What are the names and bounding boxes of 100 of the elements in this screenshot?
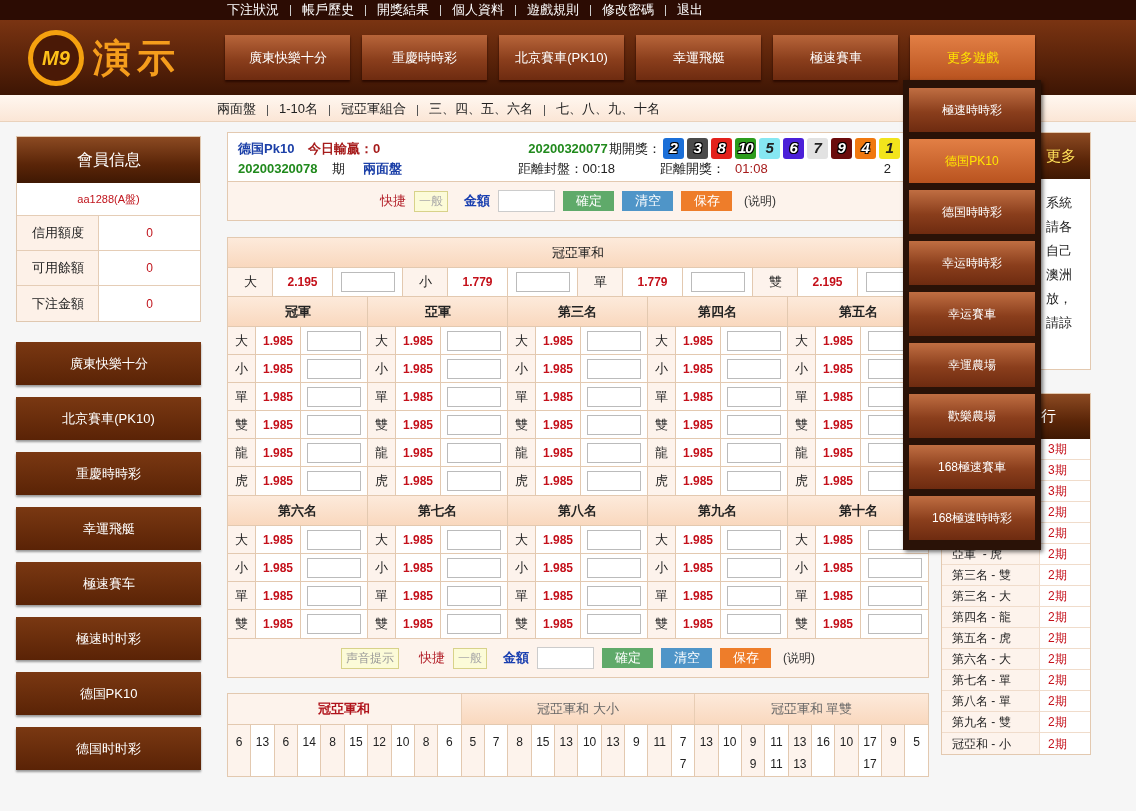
bet-label: 大 [648, 526, 676, 553]
bet-amount-field[interactable] [307, 330, 361, 351]
bet-amount-field[interactable] [727, 386, 781, 407]
bet-amount-field[interactable] [587, 471, 641, 491]
top-link[interactable]: 遊戲規則 [527, 0, 579, 20]
bet-amount-field[interactable] [340, 272, 395, 292]
sub-nav-link[interactable]: 三、四、五、六名 [429, 98, 534, 118]
sub-nav-link[interactable]: 七、八、九、十名 [556, 98, 661, 118]
bet-label: 虎 [228, 467, 256, 495]
bet-amount-field[interactable] [447, 471, 501, 491]
game-button[interactable]: 北京賽車(PK10) [16, 397, 201, 440]
sub-nav-link[interactable]: 1-10名 [279, 98, 319, 118]
game-name: 德国Pk10 [238, 139, 296, 158]
dropdown-item[interactable]: 極速時時彩 [909, 88, 1035, 132]
bet-label: 虎 [648, 467, 676, 495]
bet-amount-field[interactable] [447, 442, 501, 463]
nav-tab[interactable]: 幸運飛艇 [636, 35, 761, 80]
bet-amount-field[interactable] [867, 585, 922, 606]
amount-field[interactable] [537, 647, 594, 669]
game-button[interactable]: 極速賽车 [16, 562, 201, 605]
bet-amount-field[interactable] [587, 529, 641, 550]
bet-amount-field[interactable] [727, 585, 781, 606]
nav-tab[interactable]: 廣東快樂十分 [225, 35, 350, 80]
bet-amount-field[interactable] [587, 585, 641, 606]
bet-amount-field[interactable] [727, 358, 781, 379]
bet-amount-field[interactable] [307, 414, 361, 435]
stats-tab[interactable]: 冠亞軍和 單雙 [695, 694, 928, 724]
game-button[interactable]: 德国PK10 [16, 672, 201, 715]
bet-amount-field[interactable] [587, 414, 641, 435]
bet-amount-field[interactable] [867, 614, 922, 634]
amount-field[interactable] [498, 190, 555, 212]
bet-amount-field[interactable] [447, 585, 501, 606]
nav-tab[interactable]: 重慶時時彩 [362, 35, 487, 80]
help-link[interactable]: (说明) [783, 649, 815, 667]
bet-label: 單 [648, 383, 676, 410]
bet-label: 小 [508, 355, 536, 382]
bet-label: 雙 [228, 610, 256, 638]
odds-value: 1.985 [816, 411, 861, 438]
bet-amount-field[interactable] [727, 557, 781, 578]
bet-amount-field[interactable] [307, 358, 361, 379]
bet-amount-field[interactable] [727, 330, 781, 351]
bet-amount-field[interactable] [587, 614, 641, 634]
nav-tab[interactable]: 北京賽車(PK10) [499, 35, 624, 80]
bet-amount-field[interactable] [447, 557, 501, 578]
sub-nav-link[interactable]: 兩面盤 [217, 98, 256, 118]
draw-countdown-label: 距離開獎： [660, 160, 726, 179]
top-link[interactable]: 開獎結果 [377, 0, 429, 20]
top-link[interactable]: 修改密碼 [602, 0, 654, 20]
bet-amount-field[interactable] [307, 471, 361, 491]
bet-amount-field[interactable] [587, 557, 641, 578]
bet-amount-field[interactable] [587, 330, 641, 351]
game-button[interactable]: 幸運飛艇 [16, 507, 201, 550]
top-link[interactable]: 退出 [677, 0, 703, 20]
bet-amount-field[interactable] [447, 414, 501, 435]
sub-nav-link[interactable]: 冠亞軍組合 [341, 98, 407, 118]
top-link[interactable]: 帳戶歷史 [302, 0, 354, 20]
bet-amount-field[interactable] [727, 529, 781, 550]
member-value: 0 [145, 225, 154, 242]
bet-amount-field[interactable] [307, 557, 361, 578]
game-button[interactable]: 德国时时彩 [16, 727, 201, 770]
odds-value: 1.985 [396, 327, 441, 354]
dropdown-item[interactable]: 168極速賽車 [909, 445, 1035, 489]
game-button[interactable]: 重慶時時彩 [16, 452, 201, 495]
nav-tab[interactable]: 極速賽車 [773, 35, 898, 80]
bet-amount-field[interactable] [447, 529, 501, 550]
dropdown-item[interactable]: 德国時時彩 [909, 190, 1035, 234]
bet-amount-field[interactable] [447, 330, 501, 351]
dropdown-item[interactable]: 168極速時時彩 [909, 496, 1035, 540]
dropdown-item[interactable]: 幸运時時彩 [909, 241, 1035, 285]
last-draw-label: 期開獎： [608, 139, 661, 158]
bet-amount-field[interactable] [727, 614, 781, 634]
bet-amount-field[interactable] [867, 557, 922, 578]
dropdown-item[interactable]: 歡樂農場 [909, 394, 1035, 438]
bet-amount-field[interactable] [447, 358, 501, 379]
help-link[interactable]: (说明) [744, 192, 776, 210]
bet-amount-field[interactable] [587, 386, 641, 407]
game-button[interactable]: 極速时时彩 [16, 617, 201, 660]
stats-tab[interactable]: 冠亞軍和 大小 [461, 694, 696, 724]
bet-amount-field[interactable] [307, 442, 361, 463]
top-link[interactable]: 下注狀況 [227, 0, 279, 20]
bet-amount-field[interactable] [690, 272, 745, 292]
bet-amount-field[interactable] [727, 471, 781, 491]
bet-amount-field[interactable] [307, 529, 361, 550]
bet-amount-field[interactable] [307, 386, 361, 407]
bet-amount-field[interactable] [515, 272, 570, 292]
bet-amount-field[interactable] [307, 585, 361, 606]
bet-amount-field[interactable] [727, 414, 781, 435]
close-countdown: 距離封盤：00:18 [517, 160, 616, 179]
dropdown-item[interactable]: 幸運農場 [909, 343, 1035, 387]
bet-amount-field[interactable] [447, 386, 501, 407]
stats-tab[interactable]: 冠亞軍和 [228, 694, 462, 724]
top-link[interactable]: 個人資料 [452, 0, 504, 20]
column-header: 第三名 [508, 297, 647, 327]
bet-amount-field[interactable] [727, 442, 781, 463]
bet-amount-field[interactable] [587, 358, 641, 379]
bet-amount-field[interactable] [587, 442, 641, 463]
game-button[interactable]: 廣東快樂十分 [16, 342, 201, 385]
bet-amount-field[interactable] [447, 614, 501, 634]
bet-amount-field[interactable] [307, 614, 361, 634]
dropdown-item[interactable]: 幸运賽車 [909, 292, 1035, 336]
